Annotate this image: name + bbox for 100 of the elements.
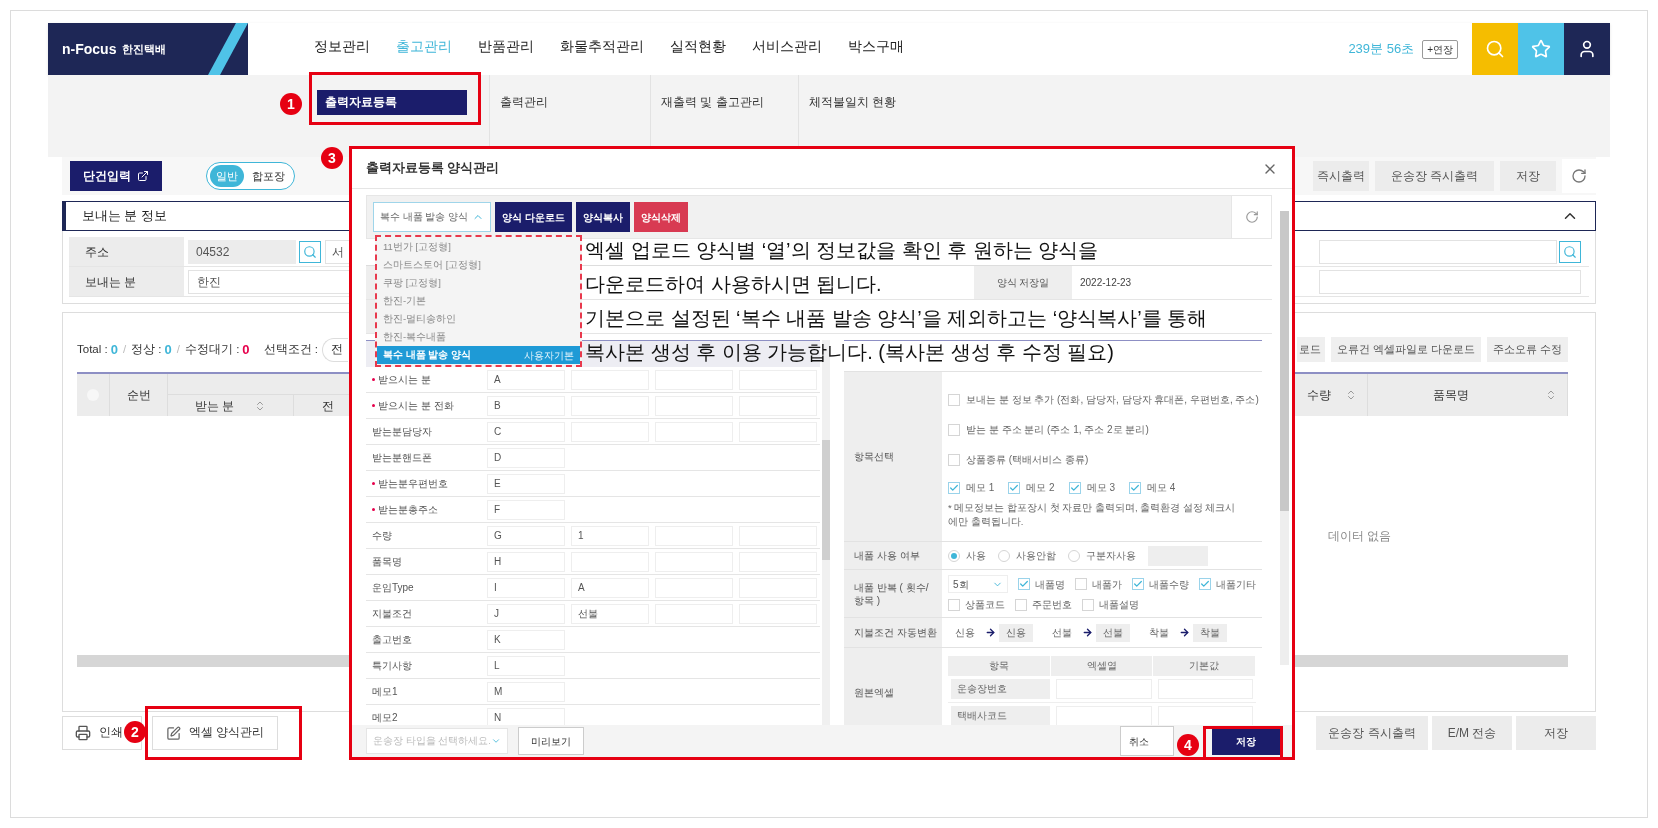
extend-button[interactable]: +연장 (1422, 39, 1458, 59)
checkbox[interactable] (948, 453, 960, 466)
submenu-item[interactable]: 체적불일치 현황 (809, 90, 897, 115)
column-header[interactable]: 받는 분 (168, 395, 294, 416)
nav-tab[interactable]: 화물추적관리 (560, 23, 644, 75)
arrow-right-icon (985, 627, 996, 638)
column-field[interactable]: F (487, 499, 565, 520)
preview-button[interactable]: 미리보기 (518, 727, 584, 755)
search-button[interactable] (1472, 23, 1518, 75)
column-field[interactable]: E (487, 473, 565, 494)
nav-tab[interactable]: 정보관리 (314, 23, 370, 75)
radio-button[interactable] (998, 549, 1010, 562)
template-button[interactable]: 양식복사 (575, 202, 630, 232)
radio-button[interactable] (948, 549, 960, 562)
input-field[interactable] (1319, 269, 1581, 294)
option-label: 메모 3 (1086, 481, 1116, 495)
payment-to[interactable]: 신용 (999, 623, 1033, 642)
action-button[interactable]: E/M 전송 (1432, 716, 1512, 750)
logo-banner[interactable]: n-Focus 한진택배 (48, 23, 248, 75)
refresh-icon[interactable] (1244, 210, 1259, 224)
column-field[interactable]: H (487, 551, 565, 572)
search-button[interactable] (299, 240, 321, 263)
repeat-count-select[interactable]: 5회 (948, 575, 1008, 593)
column-field[interactable]: I (487, 577, 565, 598)
logo-text: n-Focus (62, 39, 117, 59)
template-select[interactable]: 복수 내품 발송 양식 (373, 202, 491, 232)
zip-field[interactable]: 04532 (188, 239, 296, 264)
toggle-option[interactable]: 합포장 (246, 165, 291, 187)
template-button[interactable]: 양식 다운로드 (495, 202, 572, 232)
input-field[interactable] (1319, 239, 1557, 264)
summary-label: 정상 : (131, 341, 162, 357)
row-label: 원본엑셀 (844, 648, 942, 725)
excel-template-button[interactable]: 엑셀 양식관리 (152, 716, 278, 750)
row-label: 항목선택 (844, 372, 942, 541)
option-label: 스마트스토어 [고정형] (383, 257, 481, 272)
radio-button[interactable] (1068, 549, 1080, 562)
list-button[interactable]: 로드 (1296, 337, 1325, 362)
column-field[interactable]: J (487, 603, 565, 624)
nav-tab[interactable]: 서비스관리 (752, 23, 822, 75)
column-field[interactable]: M (487, 681, 565, 702)
template-button[interactable]: 양식삭제 (633, 202, 688, 232)
checkbox[interactable] (1075, 578, 1087, 590)
column-header: 엑셀열 (1050, 655, 1154, 676)
checkbox[interactable] (1018, 578, 1030, 590)
radio-label: 사용안함 (1016, 549, 1056, 563)
column-field[interactable]: A (487, 369, 565, 390)
submenu-item[interactable]: 출력관리 (500, 90, 548, 115)
submenu-item[interactable]: 출력자료등록 (317, 90, 467, 115)
nav-tab[interactable]: 반품관리 (478, 23, 534, 75)
user-button[interactable] (1564, 23, 1610, 75)
column-field[interactable]: K (487, 629, 565, 650)
checkbox[interactable] (1129, 481, 1142, 494)
column-field[interactable]: L (487, 655, 565, 676)
nav-tab[interactable]: 실적현황 (670, 23, 726, 75)
row-label: 지불조건 자동변환 (844, 618, 942, 647)
vertical-scrollbar[interactable] (1280, 211, 1289, 665)
toolbar-button[interactable]: 즉시출력 (1312, 161, 1369, 191)
single-entry-button[interactable]: 단건입력 (70, 161, 162, 191)
form-label: 주소 (69, 237, 184, 266)
action-button[interactable]: 운송장 즉시출력 (1316, 716, 1428, 750)
list-button[interactable]: 주소오류 수정 (1486, 337, 1568, 362)
toolbar-button[interactable]: 운송장 즉시출력 (1374, 161, 1494, 191)
refresh-button[interactable] (1562, 159, 1596, 193)
column-field[interactable]: G (487, 525, 565, 546)
checkbox[interactable] (1008, 481, 1021, 494)
callout-text: 기본으로 설정된 ‘복수 내품 발송 양식’을 제외하고는 ‘양식복사’를 통해 (585, 306, 1208, 331)
checkbox[interactable] (1199, 578, 1211, 590)
field-label: 메모1 (372, 685, 398, 699)
column-header[interactable]: 품목명 (1368, 374, 1568, 416)
sort-icon (1545, 389, 1557, 401)
checkbox[interactable] (1015, 598, 1027, 611)
column-field[interactable]: D (487, 447, 565, 468)
checkbox[interactable] (1132, 578, 1144, 590)
action-button[interactable]: 저장 (1516, 716, 1596, 750)
form-label: 양식 저장일 (974, 266, 1072, 299)
column-field[interactable]: C (487, 421, 565, 442)
nav-tab[interactable]: 박스구매 (848, 23, 904, 75)
payment-to[interactable]: 선불 (1096, 623, 1130, 642)
toolbar-button[interactable]: 저장 (1500, 161, 1556, 191)
save-button[interactable]: 저장 (1212, 727, 1280, 755)
default-field[interactable]: 1 (571, 525, 649, 546)
column-field[interactable]: B (487, 395, 565, 416)
checkbox[interactable] (948, 598, 960, 611)
checkbox[interactable] (948, 393, 960, 406)
submenu-item[interactable]: 재출력 및 출고관리 (661, 90, 764, 115)
checkbox[interactable] (948, 423, 960, 436)
default-field[interactable]: 선불 (571, 603, 649, 624)
option-label: 한진-기본 (383, 293, 427, 308)
edit-icon (165, 725, 181, 741)
default-field[interactable]: A (571, 577, 649, 598)
search-button[interactable] (1559, 240, 1581, 263)
checkbox[interactable] (948, 481, 960, 494)
checkbox[interactable] (1068, 481, 1081, 494)
separator-text: / (176, 341, 180, 357)
checkbox[interactable] (1082, 598, 1094, 611)
field-label: 받는분핸드폰 (372, 451, 432, 465)
payment-to[interactable]: 착불 (1193, 623, 1227, 642)
column-header[interactable]: 순번 (110, 374, 168, 416)
cancel-button[interactable]: 취소 (1120, 726, 1174, 756)
list-button[interactable]: 오류건 엑셀파일로 다운로드 (1330, 337, 1481, 362)
